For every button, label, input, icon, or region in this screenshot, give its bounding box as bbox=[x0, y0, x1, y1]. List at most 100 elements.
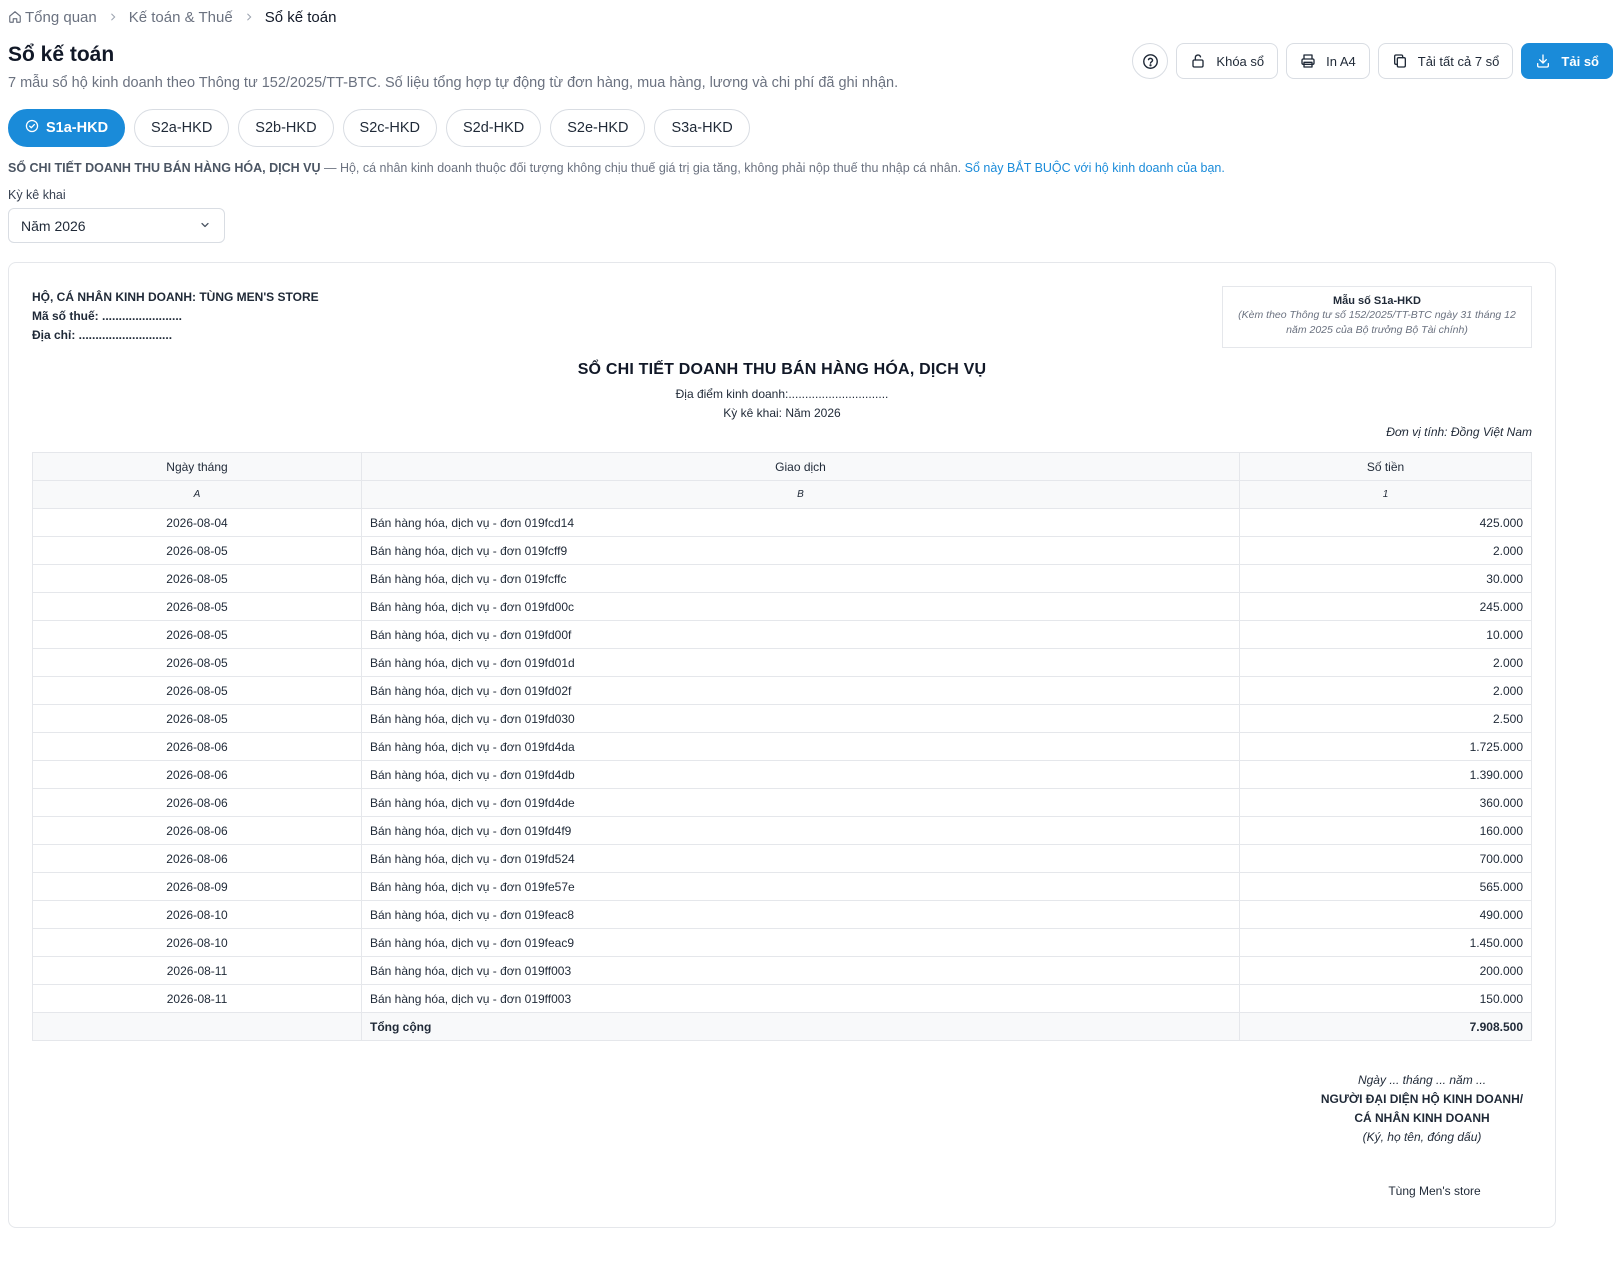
row-transaction: Bán hàng hóa, dịch vụ - đơn 019fd01d bbox=[361, 648, 1240, 677]
chevron-down-icon bbox=[199, 218, 211, 234]
row-date: 2026-08-05 bbox=[32, 536, 362, 565]
download-icon bbox=[1535, 53, 1551, 69]
lock-book-button[interactable]: Khóa sổ bbox=[1176, 43, 1279, 79]
row-date: 2026-08-11 bbox=[32, 984, 362, 1013]
tab-s2c-hkd[interactable]: S2c-HKD bbox=[342, 109, 437, 147]
row-transaction: Bán hàng hóa, dịch vụ - đơn 019fcff9 bbox=[361, 536, 1240, 565]
table-header-row: Ngày tháng Giao dịch Số tiền bbox=[32, 452, 1532, 481]
signature-note: (Ký, họ tên, đóng dấu) bbox=[1362, 1130, 1482, 1144]
tab-s2e-hkd[interactable]: S2e-HKD bbox=[550, 109, 646, 147]
row-transaction: Bán hàng hóa, dịch vụ - đơn 019feac9 bbox=[361, 928, 1240, 957]
ledger-title: SỔ CHI TIẾT DOANH THU BÁN HÀNG HÓA, DỊCH… bbox=[577, 361, 987, 378]
table-row: 2026-08-11 Bán hàng hóa, dịch vụ - đơn 01… bbox=[32, 984, 1532, 1013]
signature-role-line-2: CÁ NHÂN KINH DOANH bbox=[1354, 1111, 1490, 1125]
row-transaction: Bán hàng hóa, dịch vụ - đơn 019fd4da bbox=[361, 732, 1240, 761]
row-date: 2026-08-05 bbox=[32, 564, 362, 593]
ledger-tabs: S1a-HKD S2a-HKD S2b-HKD S2c-HKD S2d-HKD … bbox=[8, 109, 750, 147]
breadcrumb-home[interactable]: Tổng quan bbox=[8, 9, 97, 26]
row-transaction: Bán hàng hóa, dịch vụ - đơn 019ff003 bbox=[361, 956, 1240, 985]
total-empty-cell bbox=[32, 1012, 362, 1041]
table-row: 2026-08-06 Bán hàng hóa, dịch vụ - đơn 01… bbox=[32, 844, 1532, 873]
lock-book-label: Khóa sổ bbox=[1216, 53, 1265, 69]
table-row: 2026-08-05 Bán hàng hóa, dịch vụ - đơn 01… bbox=[32, 620, 1532, 649]
ledger-description: SỔ CHI TIẾT DOANH THU BÁN HÀNG HÓA, DỊCH… bbox=[8, 161, 1225, 175]
row-amount: 245.000 bbox=[1239, 592, 1532, 621]
row-amount: 565.000 bbox=[1239, 872, 1532, 901]
row-amount: 150.000 bbox=[1239, 984, 1532, 1013]
ledger-description-title: SỔ CHI TIẾT DOANH THU BÁN HÀNG HÓA, DỊCH… bbox=[8, 161, 321, 175]
row-transaction: Bán hàng hóa, dịch vụ - đơn 019ff003 bbox=[361, 984, 1240, 1013]
row-transaction: Bán hàng hóa, dịch vụ - đơn 019fd524 bbox=[361, 844, 1240, 873]
signature-role-line-1: NGƯỜI ĐẠI DIỆN HỘ KINH DOANH/ bbox=[1320, 1092, 1524, 1106]
period-label: Kỳ kê khai bbox=[8, 188, 66, 202]
table-row: 2026-08-05 Bán hàng hóa, dịch vụ - đơn 01… bbox=[32, 564, 1532, 593]
row-transaction: Bán hàng hóa, dịch vụ - đơn 019fd4db bbox=[361, 760, 1240, 789]
period-select[interactable]: Năm 2026 bbox=[8, 208, 225, 243]
row-amount: 425.000 bbox=[1239, 508, 1532, 537]
lock-icon bbox=[1190, 53, 1206, 69]
row-amount: 2.500 bbox=[1239, 704, 1532, 733]
row-amount: 1.390.000 bbox=[1239, 760, 1532, 789]
ledger-document: HỘ, CÁ NHÂN KINH DOANH: TÙNG MEN'S STORE… bbox=[8, 262, 1556, 1228]
tab-label: S1a-HKD bbox=[46, 120, 109, 136]
download-all-label: Tải tất cả 7 sổ bbox=[1417, 53, 1500, 69]
chevron-right-icon bbox=[244, 12, 254, 22]
row-date: 2026-08-06 bbox=[32, 732, 362, 761]
row-transaction: Bán hàng hóa, dịch vụ - đơn 019feac8 bbox=[361, 900, 1240, 929]
table-row: 2026-08-05 Bán hàng hóa, dịch vụ - đơn 01… bbox=[32, 704, 1532, 733]
print-a4-label: In A4 bbox=[1326, 53, 1356, 69]
table-row: 2026-08-09 Bán hàng hóa, dịch vụ - đơn 01… bbox=[32, 872, 1532, 901]
download-all-button[interactable]: Tải tất cả 7 sổ bbox=[1377, 43, 1514, 79]
tab-s1a-hkd[interactable]: S1a-HKD bbox=[8, 109, 126, 147]
tab-s3a-hkd[interactable]: S3a-HKD bbox=[654, 109, 750, 147]
download-book-label: Tải sổ bbox=[1561, 53, 1599, 69]
form-legal-note: (Kèm theo Thông tư số 152/2025/TT-BTC ng… bbox=[1238, 309, 1516, 336]
row-amount: 2.000 bbox=[1239, 648, 1532, 677]
total-amount: 7.908.500 bbox=[1239, 1012, 1532, 1041]
download-book-button[interactable]: Tải sổ bbox=[1521, 43, 1613, 79]
signature-date: Ngày ... tháng ... năm ... bbox=[1357, 1073, 1487, 1087]
row-date: 2026-08-06 bbox=[32, 760, 362, 789]
tab-s2d-hkd[interactable]: S2d-HKD bbox=[445, 109, 542, 147]
form-code: Mẫu số S1a-HKD bbox=[1332, 295, 1422, 307]
page-subtitle: 7 mẫu sổ hộ kinh doanh theo Thông tư 152… bbox=[8, 75, 899, 91]
column-code-b: B bbox=[361, 480, 1240, 509]
org-name: HỘ, CÁ NHÂN KINH DOANH: TÙNG MEN'S STORE bbox=[32, 290, 319, 304]
form-reference-box: Mẫu số S1a-HKD (Kèm theo Thông tư số 152… bbox=[1222, 286, 1532, 348]
table-row: 2026-08-10 Bán hàng hóa, dịch vụ - đơn 01… bbox=[32, 900, 1532, 929]
row-date: 2026-08-06 bbox=[32, 816, 362, 845]
help-button[interactable] bbox=[1132, 43, 1169, 79]
signature-block: Ngày ... tháng ... năm ... NGƯỜI ĐẠI DIỆ… bbox=[1312, 1071, 1532, 1147]
print-a4-button[interactable]: In A4 bbox=[1286, 43, 1370, 79]
tab-s2a-hkd[interactable]: S2a-HKD bbox=[134, 109, 230, 147]
help-circle-icon bbox=[1142, 53, 1159, 70]
table-row: 2026-08-06 Bán hàng hóa, dịch vụ - đơn 01… bbox=[32, 816, 1532, 845]
business-location: Địa điểm kinh doanh:....................… bbox=[675, 387, 889, 401]
table-row: 2026-08-05 Bán hàng hóa, dịch vụ - đơn 01… bbox=[32, 536, 1532, 565]
row-amount: 2.000 bbox=[1239, 676, 1532, 705]
row-amount: 1.450.000 bbox=[1239, 928, 1532, 957]
table-code-row: A B 1 bbox=[32, 480, 1532, 509]
row-date: 2026-08-04 bbox=[32, 508, 362, 537]
row-transaction: Bán hàng hóa, dịch vụ - đơn 019fd00f bbox=[361, 620, 1240, 649]
row-amount: 160.000 bbox=[1239, 816, 1532, 845]
row-transaction: Bán hàng hóa, dịch vụ - đơn 019fe57e bbox=[361, 872, 1240, 901]
org-info: HỘ, CÁ NHÂN KINH DOANH: TÙNG MEN'S STORE… bbox=[32, 288, 319, 345]
column-header-amount: Số tiền bbox=[1239, 452, 1532, 481]
breadcrumb-accounting[interactable]: Kế toán & Thuế bbox=[129, 9, 233, 26]
table-row: 2026-08-11 Bán hàng hóa, dịch vụ - đơn 01… bbox=[32, 956, 1532, 985]
signer-name: Tùng Men's store bbox=[1388, 1184, 1481, 1198]
row-date: 2026-08-10 bbox=[32, 900, 362, 929]
row-date: 2026-08-05 bbox=[32, 704, 362, 733]
row-transaction: Bán hàng hóa, dịch vụ - đơn 019fd4f9 bbox=[361, 816, 1240, 845]
tab-s2b-hkd[interactable]: S2b-HKD bbox=[238, 109, 334, 147]
header-actions: Khóa sổ In A4 Tải tất cả 7 sổ Tải sổ bbox=[1132, 43, 1613, 79]
ledger-required-link[interactable]: Sổ này BẮT BUỘC với hộ kinh doanh của bạ… bbox=[965, 161, 1225, 175]
total-row: Tổng cộng 7.908.500 bbox=[32, 1012, 1532, 1041]
table-row: 2026-08-06 Bán hàng hóa, dịch vụ - đơn 01… bbox=[32, 732, 1532, 761]
row-transaction: Bán hàng hóa, dịch vụ - đơn 019fcd14 bbox=[361, 508, 1240, 537]
row-transaction: Bán hàng hóa, dịch vụ - đơn 019fd02f bbox=[361, 676, 1240, 705]
chevron-right-icon bbox=[108, 12, 118, 22]
copy-icon bbox=[1392, 53, 1408, 69]
table-row: 2026-08-06 Bán hàng hóa, dịch vụ - đơn 01… bbox=[32, 760, 1532, 789]
